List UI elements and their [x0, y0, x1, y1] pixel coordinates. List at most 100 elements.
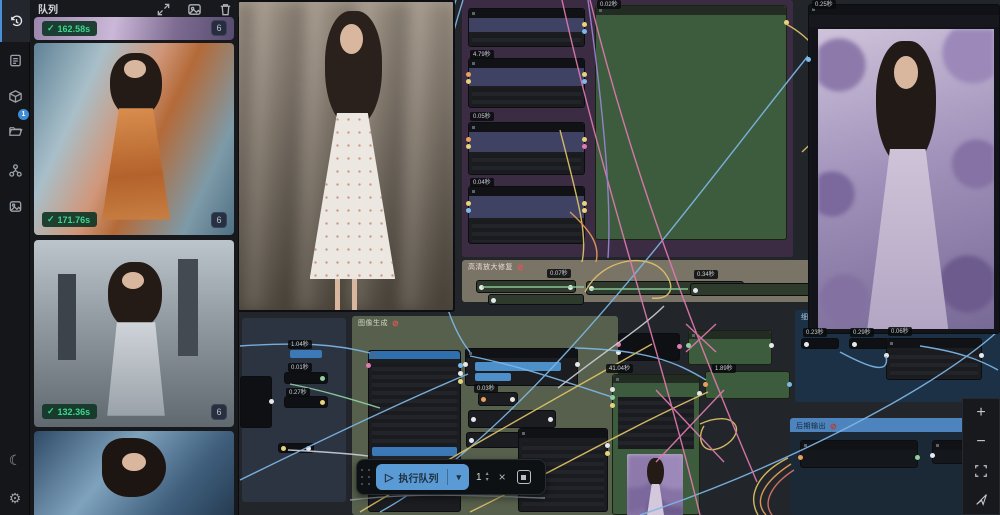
node-ksampler[interactable]: [612, 374, 700, 515]
queue-item[interactable]: ✓ 162.58s 6: [34, 17, 234, 40]
node-collapsed-green[interactable]: [488, 294, 584, 305]
output-port[interactable]: [769, 343, 774, 348]
selected-widget-row[interactable]: [372, 447, 457, 456]
node-rows[interactable]: [886, 338, 982, 380]
batch-count-value[interactable]: 1: [476, 472, 482, 483]
node-text-area[interactable]: [472, 220, 581, 242]
input-port[interactable]: [466, 79, 471, 84]
input-port[interactable]: [589, 286, 594, 291]
node-text-area[interactable]: [472, 154, 581, 173]
sidebar-item-node-library[interactable]: [0, 42, 30, 78]
trash-icon[interactable]: [218, 2, 233, 17]
input-port[interactable]: [798, 455, 803, 460]
output-port[interactable]: [605, 451, 610, 456]
input-port[interactable]: [616, 342, 621, 347]
queue-count-badge[interactable]: 6: [211, 212, 227, 228]
input-port[interactable]: [616, 350, 621, 355]
input-port[interactable]: [610, 395, 615, 400]
input-port[interactable]: [610, 387, 615, 392]
node-preview-image-street[interactable]: [237, 0, 455, 312]
bypass-icon[interactable]: ⊘: [517, 263, 524, 272]
input-port[interactable]: [466, 144, 471, 149]
queue-item[interactable]: [34, 431, 234, 515]
input-port[interactable]: [463, 362, 468, 367]
fit-view-button[interactable]: [963, 457, 999, 486]
output-port[interactable]: [320, 400, 325, 405]
sidebar-item-queue-history[interactable]: [0, 0, 30, 42]
node-header[interactable]: [469, 59, 584, 68]
sidebar-item-gallery[interactable]: [0, 188, 30, 224]
output-port[interactable]: [582, 72, 587, 77]
output-port[interactable]: [605, 443, 610, 448]
node-prompt-2[interactable]: [468, 58, 585, 108]
node-sampler-settings[interactable]: [465, 348, 578, 386]
node-green-small[interactable]: [705, 371, 790, 399]
node-header[interactable]: [809, 5, 999, 15]
node-notes-green[interactable]: [595, 5, 787, 240]
node-header[interactable]: [469, 123, 584, 132]
output-port[interactable]: [575, 362, 580, 367]
output-port[interactable]: [697, 391, 702, 396]
output-port[interactable]: [548, 417, 553, 422]
node-widgets[interactable]: [890, 351, 978, 377]
node-prompt-1[interactable]: [468, 8, 585, 47]
input-port[interactable]: [481, 397, 486, 402]
clear-queue-button[interactable]: ×: [499, 470, 506, 484]
sidebar-item-workflows[interactable]: 1: [0, 113, 30, 149]
zoom-out-button[interactable]: −: [963, 428, 999, 457]
output-port[interactable]: [458, 379, 463, 384]
input-port[interactable]: [466, 208, 471, 213]
node-header[interactable]: [887, 339, 981, 348]
node-header[interactable]: [613, 375, 699, 383]
output-port[interactable]: [677, 344, 682, 349]
sidebar-item-workflow-nodes[interactable]: [0, 152, 30, 188]
node-collapsed-blue[interactable]: [290, 350, 322, 358]
node-widget-row[interactable]: [809, 15, 999, 27]
input-port[interactable]: [471, 417, 476, 422]
input-port[interactable]: [469, 438, 474, 443]
output-port[interactable]: [320, 376, 325, 381]
sidebar-item-theme-toggle[interactable]: ☾: [0, 442, 30, 478]
step-down-icon[interactable]: ▾: [486, 477, 489, 483]
node-green-small[interactable]: [688, 330, 772, 365]
queue-item[interactable]: ✓ 171.76s 6: [34, 43, 234, 235]
node-header[interactable]: [596, 6, 786, 15]
output-port[interactable]: [582, 208, 587, 213]
input-port[interactable]: [806, 57, 811, 62]
node-collapsed-green[interactable]: [476, 280, 576, 293]
node-collapsed[interactable]: [478, 392, 518, 406]
node-preview-image-wisteria[interactable]: [808, 4, 1000, 334]
run-options-dropdown[interactable]: ▾: [448, 472, 469, 483]
run-queue-button[interactable]: ▷ 执行队列: [376, 470, 447, 485]
queue-count-badge[interactable]: 6: [211, 404, 227, 420]
bypass-icon[interactable]: ⊘: [830, 422, 837, 431]
node-collapsed[interactable]: [284, 372, 328, 384]
node-clipped-black[interactable]: [240, 376, 272, 428]
output-port[interactable]: [582, 79, 587, 84]
input-port[interactable]: [366, 363, 371, 368]
node-text-area[interactable]: [472, 34, 581, 46]
input-port[interactable]: [479, 285, 484, 290]
output-port[interactable]: [306, 446, 311, 451]
bypass-icon[interactable]: ⊘: [392, 319, 399, 328]
input-port[interactable]: [686, 343, 691, 348]
output-port[interactable]: [787, 382, 792, 387]
input-port[interactable]: [693, 288, 698, 293]
image-icon[interactable]: [187, 2, 202, 17]
expand-icon[interactable]: [156, 2, 171, 17]
output-port[interactable]: [582, 137, 587, 142]
output-port[interactable]: [568, 285, 573, 290]
input-port[interactable]: [466, 72, 471, 77]
output-port[interactable]: [582, 29, 587, 34]
node-header[interactable]: [689, 331, 771, 339]
input-port[interactable]: [804, 342, 809, 347]
toolbar-drag-handle[interactable]: [361, 469, 373, 485]
stop-button[interactable]: [517, 470, 531, 484]
node-prompt-4[interactable]: [468, 186, 585, 244]
node-header[interactable]: [469, 187, 584, 196]
input-port[interactable]: [852, 342, 857, 347]
output-port[interactable]: [915, 455, 920, 460]
input-port[interactable]: [884, 353, 889, 358]
select-tool-button[interactable]: [963, 485, 999, 514]
zoom-in-button[interactable]: +: [963, 399, 999, 428]
